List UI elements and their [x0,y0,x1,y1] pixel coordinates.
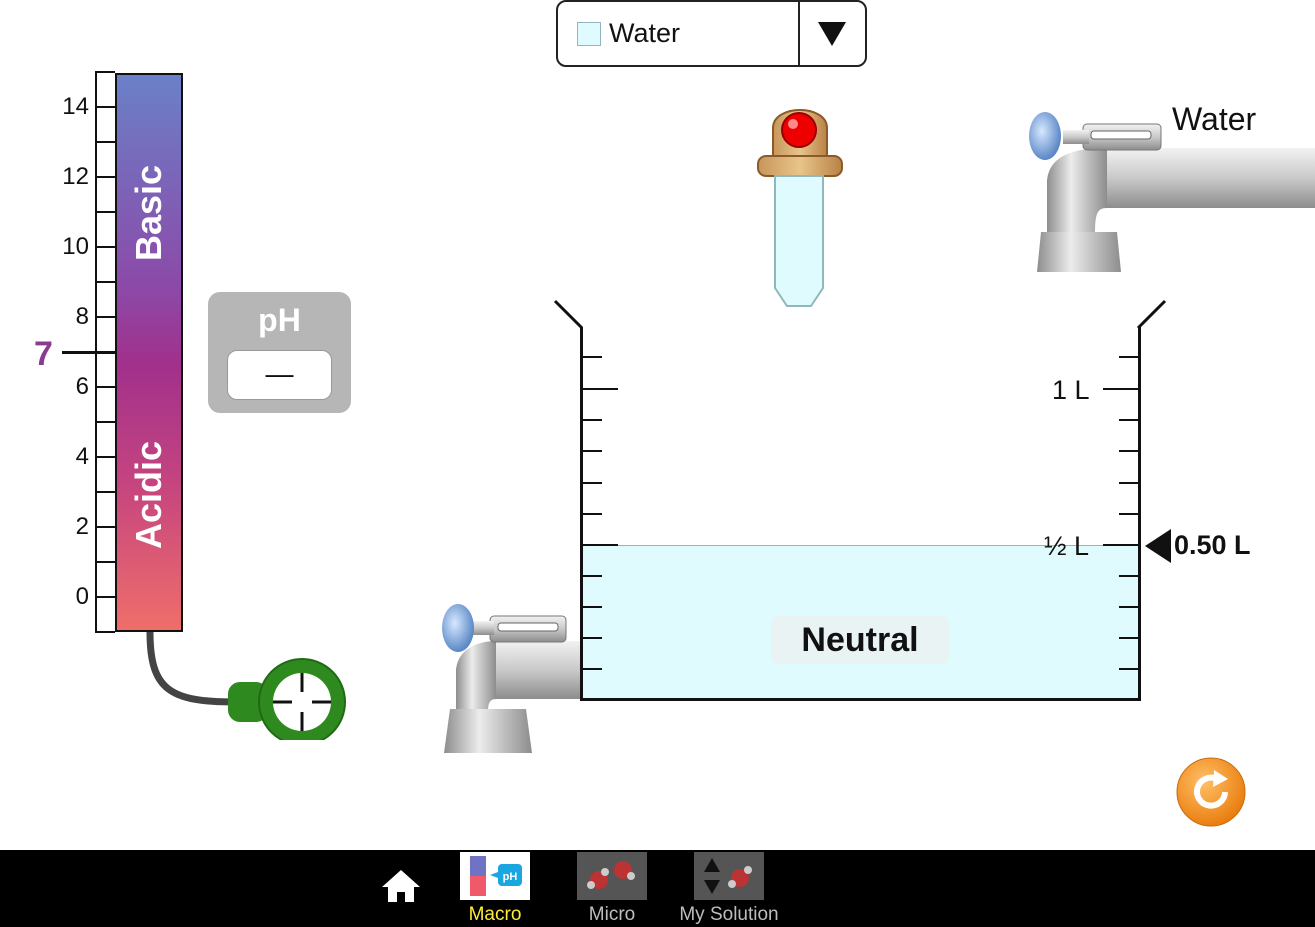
ph-scale-tick [95,631,115,633]
drain-knob[interactable] [442,604,474,652]
ph-scale-tick [95,141,115,143]
faucet-knob[interactable] [1029,112,1061,160]
tab-micro[interactable]: Micro [577,852,647,925]
ph-scale-tick [95,561,115,563]
ph-scale-tick-label: 8 [75,303,89,330]
dropper-button[interactable] [781,112,817,148]
beaker-tick [582,356,602,358]
beaker-tick [582,544,618,546]
beaker-lip [553,299,1167,330]
volume-readout: 0.50 L [1174,530,1251,560]
svg-text:pH: pH [503,871,518,883]
ph-meter-panel: pH — [208,292,351,413]
ph-scale-tick [95,246,115,248]
beaker-tick [1119,450,1139,452]
beaker-label-1l: 1 L [1052,375,1090,405]
water-faucet-label: Water [1172,101,1257,137]
beaker-tick [1119,356,1139,358]
beaker-tick [1119,513,1139,515]
home-icon[interactable] [380,868,422,904]
ph-scale-tick [95,316,115,318]
ph-scale-tick-label: 10 [62,233,89,260]
ph-scale-tick [95,526,115,528]
acidic-label: Acidic [128,440,169,550]
tab-macro[interactable]: pH Macro [460,852,530,925]
ph-scale-tick [95,421,115,423]
beaker-tick [582,419,602,421]
probe-cable [146,631,236,706]
ph-scale-tick-label: 12 [62,163,89,190]
beaker-tick [582,482,602,484]
my-solution-screen-icon [694,852,764,900]
beaker-tick [582,668,602,670]
ph-scale-tick [95,106,115,108]
ph-scale-tick [95,491,115,493]
ph-readout: — [227,350,332,400]
ph-scale-tick-label: 14 [62,93,89,120]
beaker-tick [582,637,602,639]
beaker-label-half: ½ L [1044,531,1090,561]
tab-micro-label: Micro [588,904,636,925]
beaker-tick [582,513,602,515]
solute-color-swatch [577,22,601,46]
micro-screen-icon [577,852,647,900]
ph-scale-tick [95,176,115,178]
ph-scale-tick-label: 2 [75,513,89,540]
drain-faucet[interactable] [438,601,584,757]
ph-scale-tick [95,71,115,73]
beaker-tick [1119,606,1139,608]
beaker-tick [1119,637,1139,639]
navigation-bar: pH Macro Micro My Solution [0,850,1315,927]
reset-icon[interactable] [1176,757,1246,827]
beaker-tick [1103,544,1139,546]
beaker-tick [582,606,602,608]
solute-selected-label: Water [609,18,681,48]
volume-arrow-icon [1145,529,1171,563]
beaker-tick [1119,419,1139,421]
ph-scale-tick-label: 0 [75,583,89,610]
beaker-tick [582,575,602,577]
neutral-marker [62,351,115,354]
ph-scale-tick [95,596,115,598]
ph-scale-tick [95,281,115,283]
dropper[interactable] [755,98,845,310]
macro-screen-icon: pH [460,852,530,900]
tab-macro-label: Macro [468,904,522,925]
beaker-bottom [580,698,1141,701]
solute-combo-box[interactable]: Water [556,0,867,67]
solution-status-badge: Neutral [771,616,949,664]
ph-meter-title: pH [258,302,301,338]
water-faucet[interactable] [1027,104,1315,274]
neutral-ph-label: 7 [34,335,53,373]
beaker-tick [1119,482,1139,484]
tab-my-solution[interactable]: My Solution [679,852,779,925]
beaker-tick [582,450,602,452]
basic-label: Basic [128,164,169,262]
beaker-tick [582,388,618,390]
ph-scale-tick-label: 6 [75,373,89,400]
combo-separator [798,2,800,65]
ph-scale-tick-label: 4 [75,443,89,470]
ph-scale-tick [95,386,115,388]
beaker-tick [1103,388,1139,390]
dropdown-arrow-icon[interactable] [818,22,846,46]
ph-probe[interactable] [140,630,360,740]
ph-scale-tick [95,456,115,458]
beaker-tick [1119,668,1139,670]
ph-scale-tick [95,211,115,213]
tab-my-solution-label: My Solution [679,904,779,925]
beaker-tick [1119,575,1139,577]
